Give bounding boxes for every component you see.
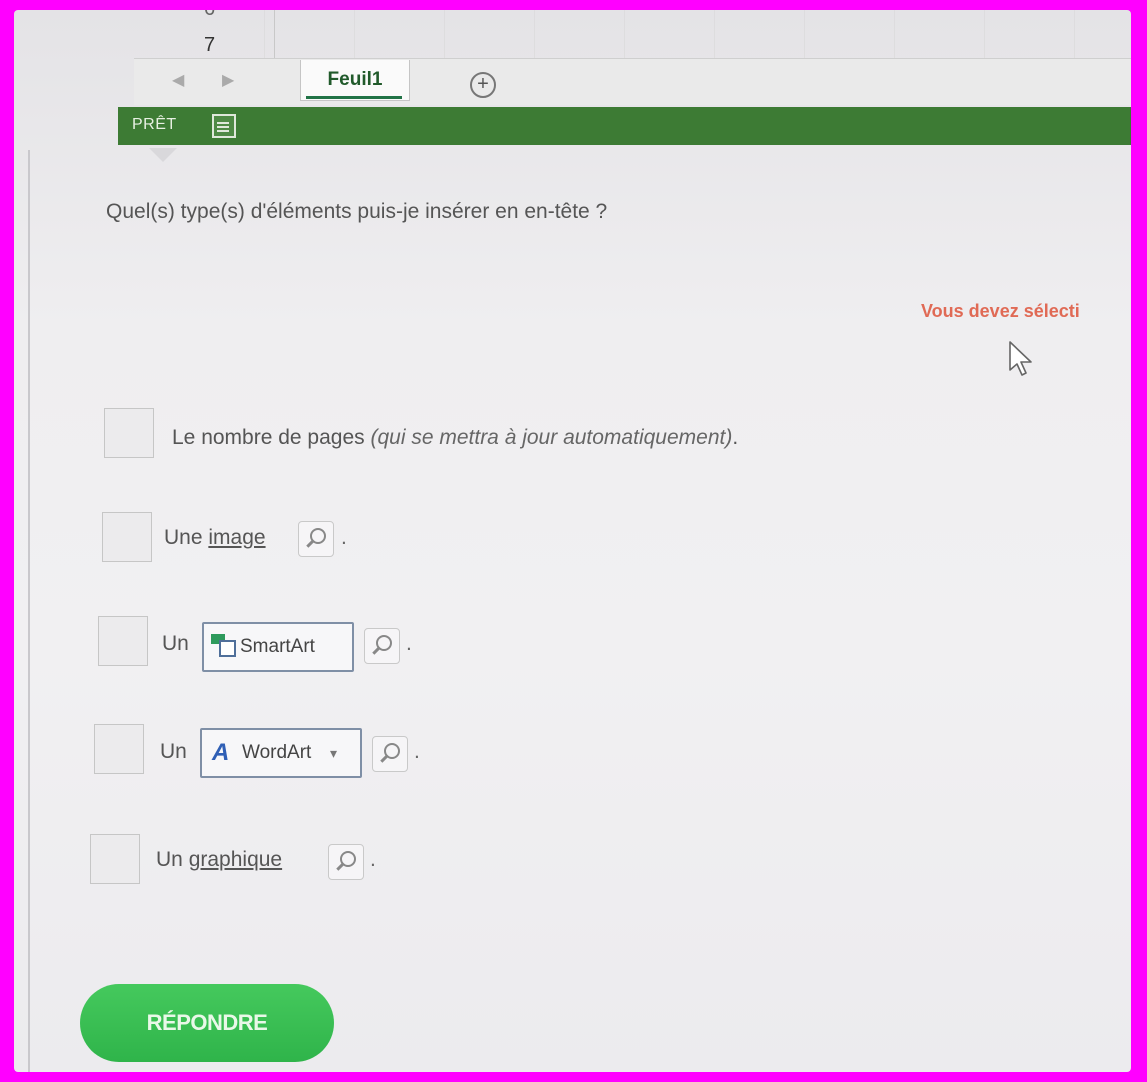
cell-grid <box>264 10 1131 58</box>
status-ready-text: PRÊT <box>132 116 177 133</box>
wordart-icon: A <box>212 739 230 766</box>
row-header-7: 7 <box>204 34 216 56</box>
submit-answer-button[interactable]: RÉPONDRE <box>80 984 334 1062</box>
option-5-link-graphique[interactable]: graphique <box>189 848 282 871</box>
smartart-label: SmartArt <box>240 636 315 657</box>
option-4-prefix: Un <box>160 740 187 763</box>
mouse-cursor-icon <box>1009 341 1032 376</box>
option-2-label: Une image <box>164 526 266 550</box>
wordart-button[interactable]: A WordArt ▾ <box>200 728 362 778</box>
smartart-icon <box>211 634 236 657</box>
zoom-icon[interactable] <box>328 844 364 880</box>
option-2-text: Une <box>164 526 209 549</box>
sheet-tab-bar <box>134 58 1131 105</box>
status-bar <box>118 107 1131 145</box>
option-5-text: Un <box>156 848 189 871</box>
page-left-edge <box>28 150 30 1072</box>
option-5-period: . <box>370 848 376 871</box>
zoom-icon[interactable] <box>372 736 408 772</box>
wordart-label: WordArt <box>242 742 312 763</box>
option-2-checkbox[interactable] <box>102 512 152 562</box>
option-4-checkbox[interactable] <box>94 724 144 774</box>
smartart-button[interactable]: SmartArt <box>202 622 354 672</box>
add-sheet-icon[interactable]: + <box>470 72 496 98</box>
chevron-down-icon: ▾ <box>330 745 338 761</box>
option-1-period: . <box>732 426 739 449</box>
option-2-link-image[interactable]: image <box>208 526 265 549</box>
option-3-period: . <box>406 632 412 655</box>
option-2-period: . <box>341 526 347 549</box>
panel-caret <box>149 148 177 162</box>
status-macro-icon[interactable] <box>212 114 236 138</box>
row-header-6: 6 <box>204 10 215 21</box>
option-1-label: Le nombre de pages (qui se mettra à jour… <box>172 426 738 450</box>
option-4-period: . <box>414 740 420 763</box>
zoom-icon[interactable] <box>298 521 334 557</box>
warning-message: Vous devez sélecti <box>921 301 1080 321</box>
option-1-checkbox[interactable] <box>104 408 154 458</box>
option-5-label: Un graphique <box>156 848 282 872</box>
screen-frame: 6 7 ◀ ▶ Feuil1 + PRÊT Quel(s) type(s) d'… <box>14 10 1131 1072</box>
option-1-text: Le nombre de pages <box>172 426 371 449</box>
option-1-note: (qui se mettra à jour automatiquement) <box>370 426 733 449</box>
zoom-icon[interactable] <box>364 628 400 664</box>
active-tab-indicator <box>306 96 402 99</box>
option-3-prefix: Un <box>162 632 189 655</box>
sheet-tab-feuil1[interactable]: Feuil1 <box>300 60 410 101</box>
sheet-nav-next[interactable]: ▶ <box>222 70 234 90</box>
option-3-checkbox[interactable] <box>98 616 148 666</box>
sheet-nav-prev[interactable]: ◀ <box>172 70 184 90</box>
question-text: Quel(s) type(s) d'éléments puis-je insér… <box>106 200 608 223</box>
option-5-checkbox[interactable] <box>90 834 140 884</box>
